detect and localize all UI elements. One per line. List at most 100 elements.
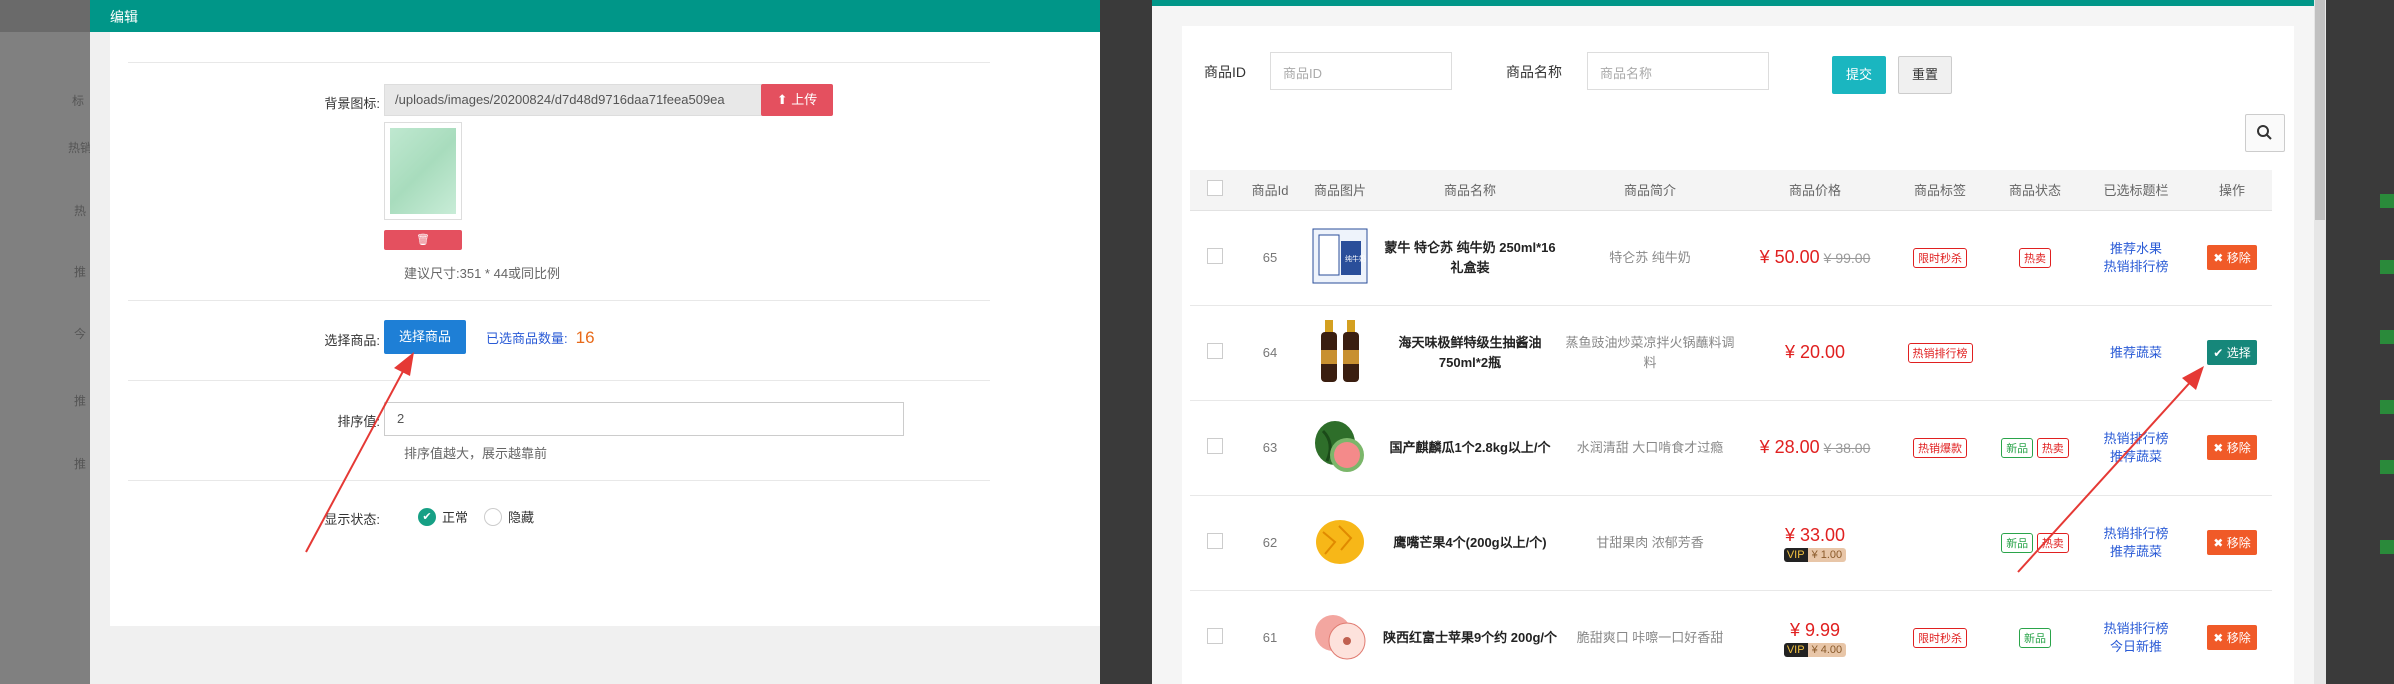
size-hint: 建议尺寸:351 * 44或同比例 [404, 266, 561, 281]
goods-image [1300, 590, 1380, 684]
goods-price: ¥ 9.99 [1789, 619, 1841, 640]
goods-name: 蒙牛 特仑苏 纯牛奶 250ml*16 礼盒装 [1384, 239, 1556, 275]
status-badge: 热卖 [2019, 247, 2051, 268]
remove-button[interactable]: ✖ 移除 [2207, 530, 2257, 555]
select-all-checkbox[interactable] [1207, 180, 1223, 197]
goods-image [1300, 400, 1380, 496]
background-text: 标 [72, 94, 85, 108]
background-icon [2380, 260, 2394, 274]
vip-price: ¥ 4.00 [1807, 642, 1847, 657]
goods-id: 62 [1240, 495, 1300, 591]
goods-image [1300, 305, 1380, 401]
vip-price: ¥ 1.00 [1807, 547, 1847, 562]
radio-empty-icon [484, 507, 502, 526]
goods-id: 64 [1240, 305, 1300, 401]
vip-price-badge: VIP ¥ 1.00 [1783, 547, 1847, 562]
remove-label: 移除 [2226, 441, 2251, 455]
select-goods-button[interactable]: 选择商品 [384, 320, 466, 354]
row-checkbox[interactable] [1207, 343, 1223, 359]
background-text: 热 [74, 204, 87, 218]
scrollbar-thumb[interactable] [2315, 0, 2325, 220]
goods-desc: 水润清甜 大口啃食才过瘾 [1576, 439, 1724, 455]
clipped-radio-row [300, 24, 660, 36]
background-text: 推 [74, 265, 87, 279]
sort-input[interactable]: 2 [384, 402, 904, 436]
form-divider [128, 62, 990, 63]
column-header: 商品简介 [1560, 170, 1740, 211]
goods-price: ¥ 20.00 [1784, 342, 1846, 362]
table-row: 61 陕西红富士苹果9个约 200g/个 脆甜爽口 咔嚓一口好香甜 ¥ 9.99… [1190, 590, 2272, 684]
row-checkbox[interactable] [1207, 438, 1223, 454]
goods-price: ¥ 33.00 [1784, 524, 1846, 545]
remove-button[interactable]: ✖ 移除 [2207, 245, 2257, 270]
column-header: 已选标题栏 [2080, 170, 2192, 211]
goods-desc: 特仑苏 纯牛奶 [1609, 249, 1691, 265]
goods-id: 65 [1240, 210, 1300, 306]
section-link[interactable]: 今日新推 [2080, 638, 2192, 656]
bg-icon-label: 背景图标: [324, 96, 380, 111]
form-divider [128, 300, 990, 301]
background-text: 热销 [68, 141, 93, 155]
column-header: 商品Id [1240, 170, 1300, 211]
status-hidden-radio[interactable]: 隐藏 [484, 507, 534, 526]
row-checkbox[interactable] [1207, 533, 1223, 549]
selected-count: 已选商品数量: 16 [486, 328, 595, 348]
select-all-cell[interactable] [1190, 170, 1240, 211]
soy-sauce-image [1321, 320, 1359, 382]
submit-button[interactable]: 提交 [1832, 56, 1886, 94]
remove-label: 移除 [2226, 536, 2251, 550]
row-checkbox[interactable] [1207, 628, 1223, 644]
goods-desc: 蒸鱼豉油炒菜凉拌火锅蘸料调料 [1565, 334, 1735, 370]
delete-image-button[interactable]: 🗑 [384, 230, 462, 250]
status-badge: 新品 [2019, 627, 2051, 648]
section-link[interactable]: 推荐蔬菜 [2080, 344, 2192, 362]
remove-button[interactable]: ✖ 移除 [2207, 625, 2257, 650]
goods-id-label: 商品ID [1204, 64, 1246, 80]
background-text: 推 [74, 457, 87, 471]
upload-icon: ⬆ [776, 92, 788, 107]
annotation-arrow-right [2017, 366, 2204, 573]
watermelon-image [1315, 421, 1364, 472]
milk-box-image: 纯牛奶 [1312, 228, 1368, 284]
apple-image [1315, 615, 1366, 660]
section-link[interactable]: 热销排行榜 [2080, 620, 2192, 638]
goods-name: 陕西红富士苹果9个约 200g/个 [1382, 629, 1558, 645]
background-icon [2380, 194, 2394, 208]
vip-icon: VIP [1783, 547, 1808, 562]
select-label: 选择 [2226, 346, 2251, 360]
mango-image [1316, 520, 1364, 564]
background-text: 推 [74, 394, 87, 408]
section-link[interactable]: 推荐水果 [2080, 240, 2192, 258]
goods-name-input[interactable]: 商品名称 [1587, 52, 1769, 90]
remove-label: 移除 [2226, 251, 2251, 265]
vip-icon: VIP [1783, 642, 1808, 657]
search-button[interactable] [2245, 114, 2285, 152]
goods-name-label: 商品名称 [1506, 64, 1562, 80]
remove-button[interactable]: ✖ 移除 [2207, 435, 2257, 460]
close-icon: ✖ [2213, 631, 2224, 645]
table-row: 65 纯牛奶 蒙牛 特仑苏 纯牛奶 250ml*16 礼盒装 特仑苏 纯牛奶 ¥… [1190, 210, 2272, 306]
reset-button[interactable]: 重置 [1898, 56, 1952, 94]
edit-form [110, 32, 1100, 626]
goods-old-price: ¥ 38.00 [1823, 440, 1871, 456]
section-link[interactable]: 热销排行榜 [2080, 258, 2192, 276]
select-button[interactable]: ✔ 选择 [2207, 340, 2257, 365]
form-divider [128, 480, 990, 481]
background-icon [2380, 540, 2394, 554]
goods-tag: 热销爆款 [1913, 437, 1967, 458]
tag-cell [1890, 495, 1990, 591]
vip-price-badge: VIP ¥ 4.00 [1783, 642, 1847, 657]
upload-button[interactable]: ⬆ 上传 [761, 84, 833, 116]
scrollbar[interactable] [2314, 0, 2326, 684]
goods-id-input[interactable]: 商品ID [1270, 52, 1452, 90]
close-icon: ✖ [2213, 251, 2224, 265]
goods-tag: 限时秒杀 [1913, 627, 1967, 648]
row-checkbox[interactable] [1207, 248, 1223, 264]
bg-icon-path-input[interactable]: /uploads/images/20200824/d7d48d9716daa71… [384, 84, 770, 116]
status-hidden-label: 隐藏 [508, 510, 535, 525]
status-normal-label: 正常 [442, 510, 469, 525]
search-icon [2257, 125, 2272, 140]
column-header: 商品图片 [1300, 170, 1380, 211]
goods-tag: 热销排行榜 [1907, 342, 1973, 363]
goods-price: ¥ 50.00 [1759, 247, 1820, 267]
